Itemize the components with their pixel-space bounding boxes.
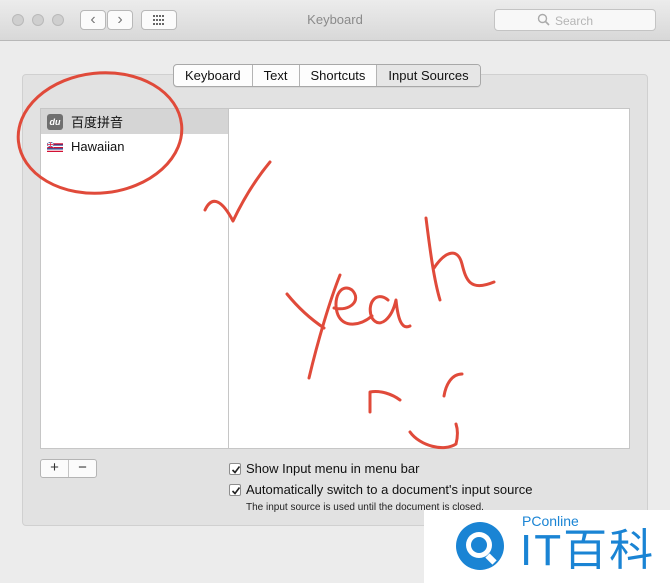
magnifier-logo-icon: [456, 522, 504, 570]
red-annotation-overlay: [16, 71, 496, 449]
face-eye-right: [442, 372, 464, 398]
checkmark-scribble: [203, 160, 272, 223]
face-eye-left: [368, 390, 402, 414]
watermark: PConline IT百科: [424, 510, 670, 583]
watermark-big-text: IT百科: [520, 526, 656, 575]
yeah-scribble: [285, 216, 496, 380]
highlight-circle: [16, 71, 184, 195]
face-mouth: [408, 422, 459, 449]
